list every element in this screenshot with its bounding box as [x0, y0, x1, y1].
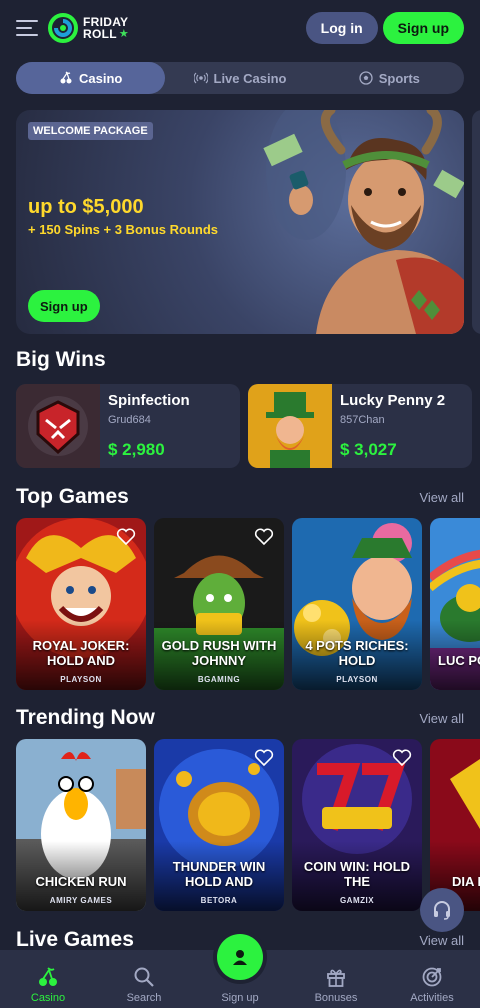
game-title: ROYAL JOKER: HOLD AND	[32, 638, 130, 668]
live-games-title: Live Games	[16, 928, 134, 951]
game-card[interactable]: CHICKEN RUN AMIRY GAMES	[16, 739, 146, 911]
win-amount: $ 3,027	[340, 440, 397, 459]
live-icon	[193, 72, 208, 84]
nav-label: Sign up	[221, 992, 259, 1004]
live-games-view-all-link[interactable]: View all	[419, 933, 464, 948]
game-provider: PLAYSON	[60, 675, 102, 684]
nav-label: Casino	[30, 992, 66, 1004]
brand-logo[interactable]: FRIDAY ROLL ★	[48, 13, 129, 43]
tab-live-casino[interactable]: Live Casino	[165, 62, 314, 94]
support-chat-button[interactable]	[420, 888, 464, 932]
soccer-ball-icon	[359, 71, 373, 85]
cherry-icon	[39, 967, 57, 986]
big-win-card[interactable]: Lucky Penny 2 857Chan $ 3,027	[248, 384, 472, 468]
tab-sports[interactable]: Sports	[315, 62, 464, 94]
category-tabs: Casino Live Casino Sports	[16, 62, 464, 94]
spinfection-thumbnail	[16, 384, 100, 468]
star-icon: ★	[118, 28, 130, 40]
win-username: Grud684	[108, 414, 151, 426]
nav-label: Bonuses	[314, 992, 358, 1004]
logo-text: FRIDAY ROLL ★	[83, 16, 129, 40]
game-card[interactable]: 4 POTS RICHES: HOLD PLAYSON	[292, 518, 422, 690]
banner-headline: up to $5,000	[28, 196, 144, 218]
nav-label: Activities	[410, 992, 454, 1004]
game-title: LUC POT	[438, 653, 480, 668]
tab-label: Sports	[378, 70, 420, 86]
favorite-heart-icon[interactable]	[254, 528, 274, 546]
login-button[interactable]: Log in	[305, 12, 378, 44]
game-provider: GAMZIX	[339, 896, 375, 905]
nav-bonuses[interactable]: Bonuses	[288, 950, 384, 1008]
win-amount: $ 2,980	[108, 440, 165, 459]
nav-label: Search	[126, 992, 162, 1004]
game-title: DIA POW	[452, 874, 480, 889]
tab-label: Live Casino	[213, 70, 287, 86]
lucky-penny-thumbnail	[248, 384, 332, 468]
game-card[interactable]: ROYAL JOKER: HOLD AND PLAYSON	[16, 518, 146, 690]
tab-label: Casino	[78, 70, 123, 86]
headset-icon	[434, 901, 450, 920]
game-title: THUNDER WIN HOLD AND	[172, 859, 266, 889]
search-icon	[134, 967, 154, 987]
welcome-badge: WELCOME PACKAGE	[28, 122, 153, 140]
game-card[interactable]: COIN WIN: HOLD THE GAMZIX	[292, 739, 422, 911]
nav-activities[interactable]: Activities	[384, 950, 480, 1008]
favorite-heart-icon[interactable]	[392, 749, 412, 767]
game-provider: AMIRY GAMES	[49, 896, 113, 905]
menu-icon[interactable]	[16, 20, 38, 36]
win-game-name: Spinfection	[108, 392, 190, 409]
logo-line-2: ROLL	[83, 27, 117, 41]
game-card-partial[interactable]: DIA POW	[430, 739, 480, 911]
next-banner-peek[interactable]	[472, 110, 480, 334]
game-card-partial[interactable]: LUC POT	[430, 518, 480, 690]
gift-icon	[327, 969, 345, 987]
game-title: 4 POTS RICHES: HOLD	[305, 638, 409, 668]
banner-subline: + 150 Spins + 3 Bonus Rounds	[28, 222, 218, 237]
cherry-icon	[60, 71, 72, 84]
satyr-character-illustration	[263, 110, 464, 334]
game-card[interactable]: GOLD RUSH WITH JOHNNY BGAMING	[154, 518, 284, 690]
game-title: CHICKEN RUN	[35, 874, 127, 889]
trending-title: Trending Now	[16, 706, 155, 729]
win-username: 857Chan	[340, 414, 385, 426]
trending-view-all-link[interactable]: View all	[419, 711, 464, 726]
top-games-view-all-link[interactable]: View all	[419, 490, 464, 505]
favorite-heart-icon[interactable]	[116, 528, 136, 546]
tab-casino[interactable]: Casino	[16, 62, 166, 94]
game-card[interactable]: THUNDER WIN HOLD AND BETORA	[154, 739, 284, 911]
nav-signup-button[interactable]	[217, 934, 263, 980]
casino-home-page: FRIDAY ROLL ★ Log in Sign up Casino Live …	[0, 0, 480, 1008]
game-provider: BETORA	[200, 896, 238, 905]
game-title: GOLD RUSH WITH JOHNNY	[161, 638, 277, 668]
top-header: FRIDAY ROLL ★ Log in Sign up	[0, 0, 480, 56]
header-signup-button[interactable]: Sign up	[382, 12, 464, 44]
welcome-banner[interactable]: WELCOME PACKAGE up to $5,000 + 150 Spins…	[16, 110, 464, 334]
target-icon	[422, 967, 442, 987]
game-title: COIN WIN: HOLD THE	[303, 859, 411, 889]
banner-signup-button[interactable]: Sign up	[28, 290, 100, 322]
user-icon	[233, 950, 247, 965]
game-provider: BGAMING	[197, 675, 241, 684]
nav-casino[interactable]: Casino	[0, 950, 96, 1008]
nav-search[interactable]: Search	[96, 950, 192, 1008]
favorite-heart-icon[interactable]	[254, 749, 274, 767]
big-wins-title: Big Wins	[16, 348, 106, 371]
top-games-title: Top Games	[16, 485, 129, 508]
logo-swirl-icon	[48, 13, 78, 43]
win-game-name: Lucky Penny 2	[340, 392, 446, 409]
game-provider: PLAYSON	[336, 675, 378, 684]
big-win-card[interactable]: Spinfection Grud684 $ 2,980	[16, 384, 240, 468]
